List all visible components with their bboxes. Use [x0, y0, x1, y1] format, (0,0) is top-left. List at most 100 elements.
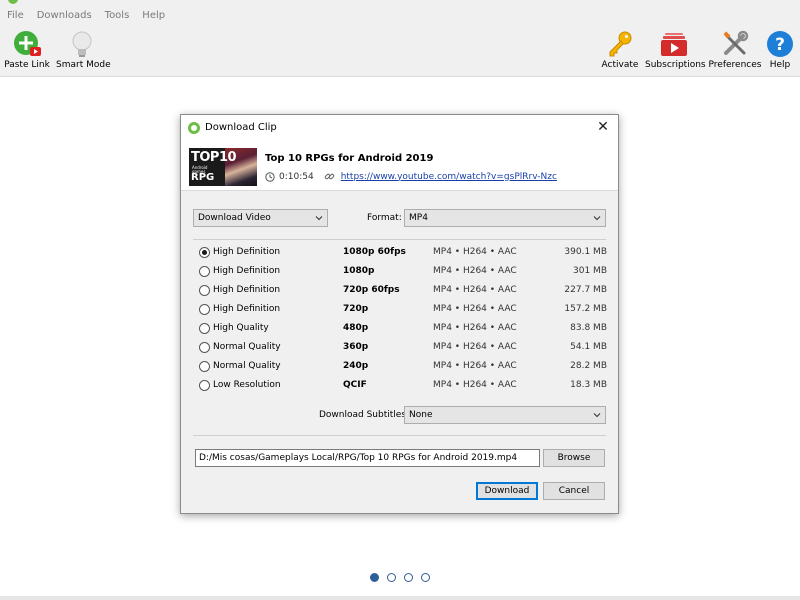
status-strip	[0, 596, 800, 600]
clip-meta: 0:10:54 https://www.youtube.com/watch?v=…	[265, 171, 557, 182]
option-resolution: 720p	[343, 304, 369, 314]
option-size: 301 MB	[573, 266, 607, 276]
pager-dot[interactable]	[387, 573, 396, 582]
quality-option-row[interactable]: Normal Quality 240p MP4 • H264 • AAC 28.2 M…	[199, 358, 607, 377]
menu-bar: File Downloads Tools Help	[0, 8, 171, 24]
radio-button[interactable]	[199, 342, 210, 353]
clip-info: TOP10 Android games RPG Top 10 RPGs for …	[181, 141, 618, 191]
radio-button[interactable]	[199, 285, 210, 296]
option-quality: High Definition	[213, 304, 281, 314]
subscriptions-button[interactable]: Subscriptions	[645, 30, 706, 70]
option-quality: High Definition	[213, 247, 281, 257]
thumbnail-text-top10: TOP10	[191, 150, 237, 165]
quality-option-row[interactable]: Normal Quality 360p MP4 • H264 • AAC 54.1 M…	[199, 339, 607, 358]
download-type-value: Download Video	[198, 213, 271, 223]
download-clip-dialog: Download Clip ✕ TOP10 Android games RPG …	[180, 114, 619, 514]
help-label: Help	[769, 60, 791, 70]
option-quality: High Quality	[213, 323, 269, 333]
smart-mode-button[interactable]: Smart Mode	[56, 30, 111, 70]
download-type-select[interactable]: Download Video	[193, 209, 328, 227]
browse-button[interactable]: Browse	[543, 449, 605, 467]
format-select[interactable]: MP4	[404, 209, 606, 227]
subtitles-value: None	[409, 410, 433, 420]
tools-icon	[723, 30, 749, 55]
download-button[interactable]: Download	[476, 482, 538, 500]
paste-link-icon	[14, 31, 41, 56]
option-quality: Normal Quality	[213, 342, 281, 352]
radio-button[interactable]	[199, 361, 210, 372]
app-header: File Downloads Tools Help Paste Link Sma…	[0, 0, 800, 76]
paste-link-label: Paste Link	[4, 60, 50, 70]
dialog-title: Download Clip	[205, 122, 277, 133]
subscriptions-icon	[661, 33, 687, 56]
close-icon[interactable]: ✕	[596, 120, 610, 134]
cancel-button[interactable]: Cancel	[543, 482, 605, 500]
svg-text:?: ?	[775, 35, 785, 55]
preferences-button[interactable]: Preferences	[708, 30, 762, 70]
clip-url-link[interactable]: https://www.youtube.com/watch?v=gsPlRrv-…	[341, 172, 557, 182]
option-resolution: QCIF	[343, 380, 367, 390]
link-icon	[324, 173, 334, 180]
save-path-input[interactable]: D:/Mis cosas/Gameplays Local/RPG/Top 10 …	[195, 449, 540, 467]
option-format: MP4 • H264 • AAC	[433, 247, 517, 257]
chevron-down-icon	[593, 216, 601, 221]
pager-dot[interactable]	[404, 573, 413, 582]
menu-help[interactable]: Help	[135, 8, 171, 24]
chevron-down-icon	[315, 216, 323, 221]
divider	[193, 239, 606, 240]
preferences-label: Preferences	[708, 60, 762, 70]
quality-option-row[interactable]: High Definition 720p MP4 • H264 • AAC 157.2…	[199, 301, 607, 320]
app-logo-icon	[8, 0, 18, 4]
format-value: MP4	[409, 213, 428, 223]
radio-button[interactable]	[199, 380, 210, 391]
subtitles-label: Download Subtitles:	[319, 410, 410, 420]
option-quality: Normal Quality	[213, 361, 281, 371]
activate-label: Activate	[601, 60, 639, 70]
quality-option-row[interactable]: High Definition 720p 60fps MP4 • H264 • AA…	[199, 282, 607, 301]
activate-button[interactable]: Activate	[600, 30, 640, 70]
pager-dot[interactable]	[370, 573, 379, 582]
option-format: MP4 • H264 • AAC	[433, 285, 517, 295]
menu-downloads[interactable]: Downloads	[30, 8, 98, 24]
quality-option-row[interactable]: Low Resolution QCIF MP4 • H264 • AAC 18.3 M…	[199, 377, 607, 396]
option-format: MP4 • H264 • AAC	[433, 361, 517, 371]
pager-dot[interactable]	[421, 573, 430, 582]
quality-option-row[interactable]: High Definition 1080p MP4 • H264 • AAC 301 …	[199, 263, 607, 282]
lightbulb-icon	[72, 31, 92, 57]
radio-button[interactable]	[199, 247, 210, 258]
clip-duration: 0:10:54	[279, 171, 314, 182]
subtitles-select[interactable]: None	[404, 406, 606, 424]
chevron-down-icon	[593, 413, 601, 418]
quality-option-row[interactable]: High Definition 1080p 60fps MP4 • H264 • A…	[199, 244, 607, 263]
option-resolution: 720p 60fps	[343, 285, 400, 295]
thumbnail-text-rpg: RPG	[191, 172, 215, 183]
smart-mode-label: Smart Mode	[56, 60, 111, 70]
option-format: MP4 • H264 • AAC	[433, 266, 517, 276]
option-size: 227.7 MB	[564, 285, 607, 295]
option-resolution: 1080p	[343, 266, 375, 276]
help-button[interactable]: ? Help	[766, 30, 794, 70]
option-quality: High Definition	[213, 266, 281, 276]
clip-thumbnail: TOP10 Android games RPG	[189, 148, 257, 186]
divider	[193, 435, 606, 436]
dialog-app-icon	[188, 122, 200, 134]
format-label: Format:	[367, 213, 402, 223]
quality-option-row[interactable]: High Quality 480p MP4 • H264 • AAC 83.8 MB	[199, 320, 607, 339]
menu-file[interactable]: File	[0, 8, 30, 24]
radio-button[interactable]	[199, 323, 210, 334]
option-size: 54.1 MB	[570, 342, 607, 352]
dialog-titlebar: Download Clip ✕	[181, 115, 618, 141]
option-resolution: 480p	[343, 323, 369, 333]
subscriptions-label: Subscriptions	[645, 60, 706, 70]
radio-button[interactable]	[199, 266, 210, 277]
option-format: MP4 • H264 • AAC	[433, 304, 517, 314]
paste-link-button[interactable]: Paste Link	[4, 30, 50, 70]
option-size: 390.1 MB	[564, 247, 607, 257]
option-resolution: 1080p 60fps	[343, 247, 406, 257]
option-quality: Low Resolution	[213, 380, 281, 390]
menu-tools[interactable]: Tools	[98, 8, 136, 24]
clock-icon	[265, 171, 275, 182]
option-format: MP4 • H264 • AAC	[433, 380, 517, 390]
option-quality: High Definition	[213, 285, 281, 295]
radio-button[interactable]	[199, 304, 210, 315]
